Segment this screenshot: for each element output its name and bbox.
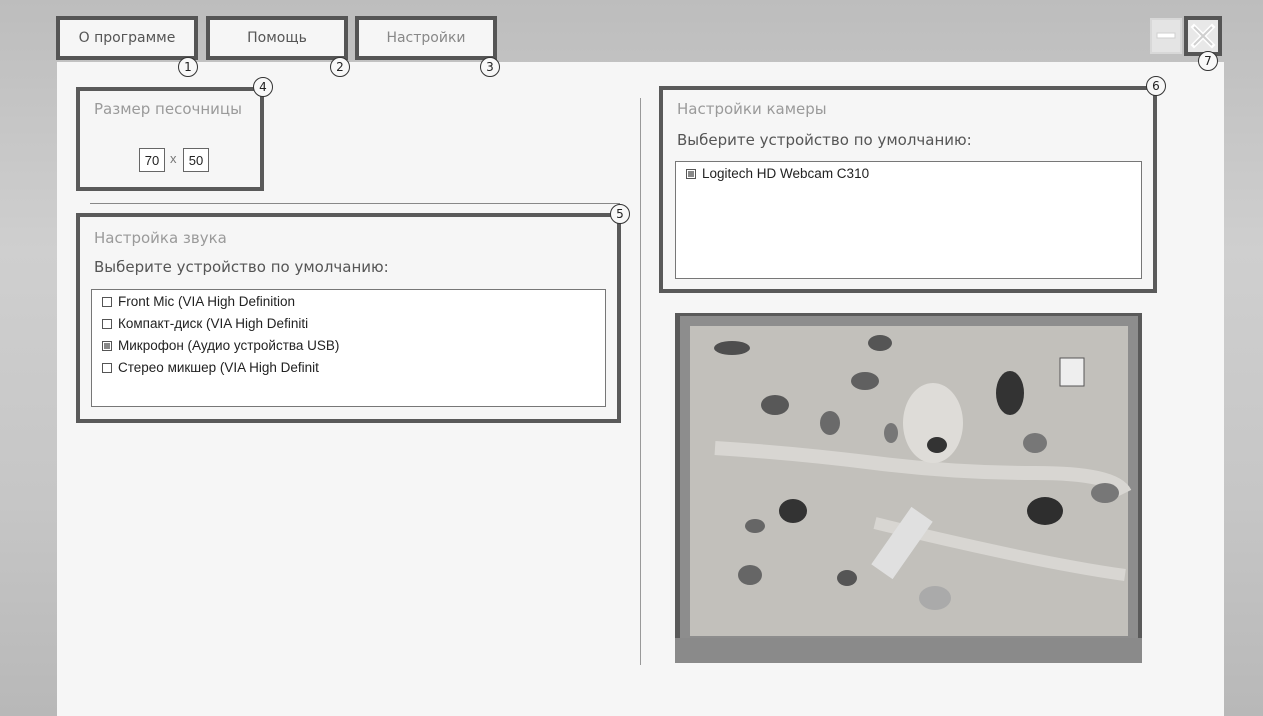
checkbox[interactable] xyxy=(102,362,112,373)
camera-preview-image xyxy=(675,313,1142,663)
list-item[interactable]: Стерео микшер (VIA High Definit xyxy=(102,360,319,375)
camera-device-list: Logitech HD Webcam C310 xyxy=(675,161,1142,279)
horizontal-divider xyxy=(90,203,620,204)
annotation-badge-5: 5 xyxy=(610,204,630,224)
vertical-divider xyxy=(640,98,641,665)
annotation-badge-6: 6 xyxy=(1146,76,1166,96)
tab-about[interactable]: О программе xyxy=(56,16,198,60)
close-icon xyxy=(1190,23,1216,49)
camera-settings-subtitle: Выберите устройство по умолчанию: xyxy=(677,131,972,149)
camera-preview xyxy=(675,313,1142,663)
annotation-badge-1: 1 xyxy=(178,57,198,77)
sound-device-list: Front Mic (VIA High Definition Компакт-д… xyxy=(91,289,606,407)
checkbox[interactable] xyxy=(102,296,112,307)
list-item[interactable]: Компакт-диск (VIA High Definiti xyxy=(102,316,308,331)
minimize-button[interactable] xyxy=(1150,18,1182,54)
tab-help[interactable]: Помощь xyxy=(206,16,348,60)
sound-device-label: Front Mic (VIA High Definition xyxy=(118,294,296,309)
sandbox-size-title: Размер песочницы xyxy=(94,100,242,118)
sandbox-width-input[interactable]: 70 xyxy=(139,148,165,172)
minimize-icon xyxy=(1156,32,1176,39)
size-separator: x xyxy=(170,151,177,166)
app-window: О программе 1 Помощь 2 Настройки 3 7 4 Р… xyxy=(0,0,1263,716)
sound-settings-title: Настройка звука xyxy=(94,229,227,247)
annotation-badge-4: 4 xyxy=(253,77,273,97)
checkbox-checked[interactable] xyxy=(102,340,112,351)
sound-device-label: Стерео микшер (VIA High Definit xyxy=(118,360,319,375)
tab-settings[interactable]: Настройки xyxy=(355,16,497,60)
annotation-badge-3: 3 xyxy=(480,57,500,77)
sound-device-label: Микрофон (Аудио устройства USB) xyxy=(118,338,340,353)
tab-settings-label: Настройки xyxy=(386,30,466,46)
list-item[interactable]: Front Mic (VIA High Definition xyxy=(102,294,295,309)
list-item[interactable]: Микрофон (Аудио устройства USB) xyxy=(102,338,339,353)
camera-device-label: Logitech HD Webcam C310 xyxy=(702,166,870,181)
sandbox-height-input[interactable]: 50 xyxy=(183,148,209,172)
sound-settings-subtitle: Выберите устройство по умолчанию: xyxy=(94,258,389,276)
tab-about-label: О программе xyxy=(78,30,176,46)
list-item[interactable]: Logitech HD Webcam C310 xyxy=(686,166,869,181)
annotation-badge-7: 7 xyxy=(1198,51,1218,71)
tab-help-label: Помощь xyxy=(247,30,307,46)
checkbox[interactable] xyxy=(102,318,112,329)
annotation-badge-2: 2 xyxy=(330,57,350,77)
camera-settings-title: Настройки камеры xyxy=(677,100,827,118)
close-button[interactable] xyxy=(1184,16,1222,56)
checkbox-checked[interactable] xyxy=(686,168,696,179)
sound-device-label: Компакт-диск (VIA High Definiti xyxy=(118,316,309,331)
